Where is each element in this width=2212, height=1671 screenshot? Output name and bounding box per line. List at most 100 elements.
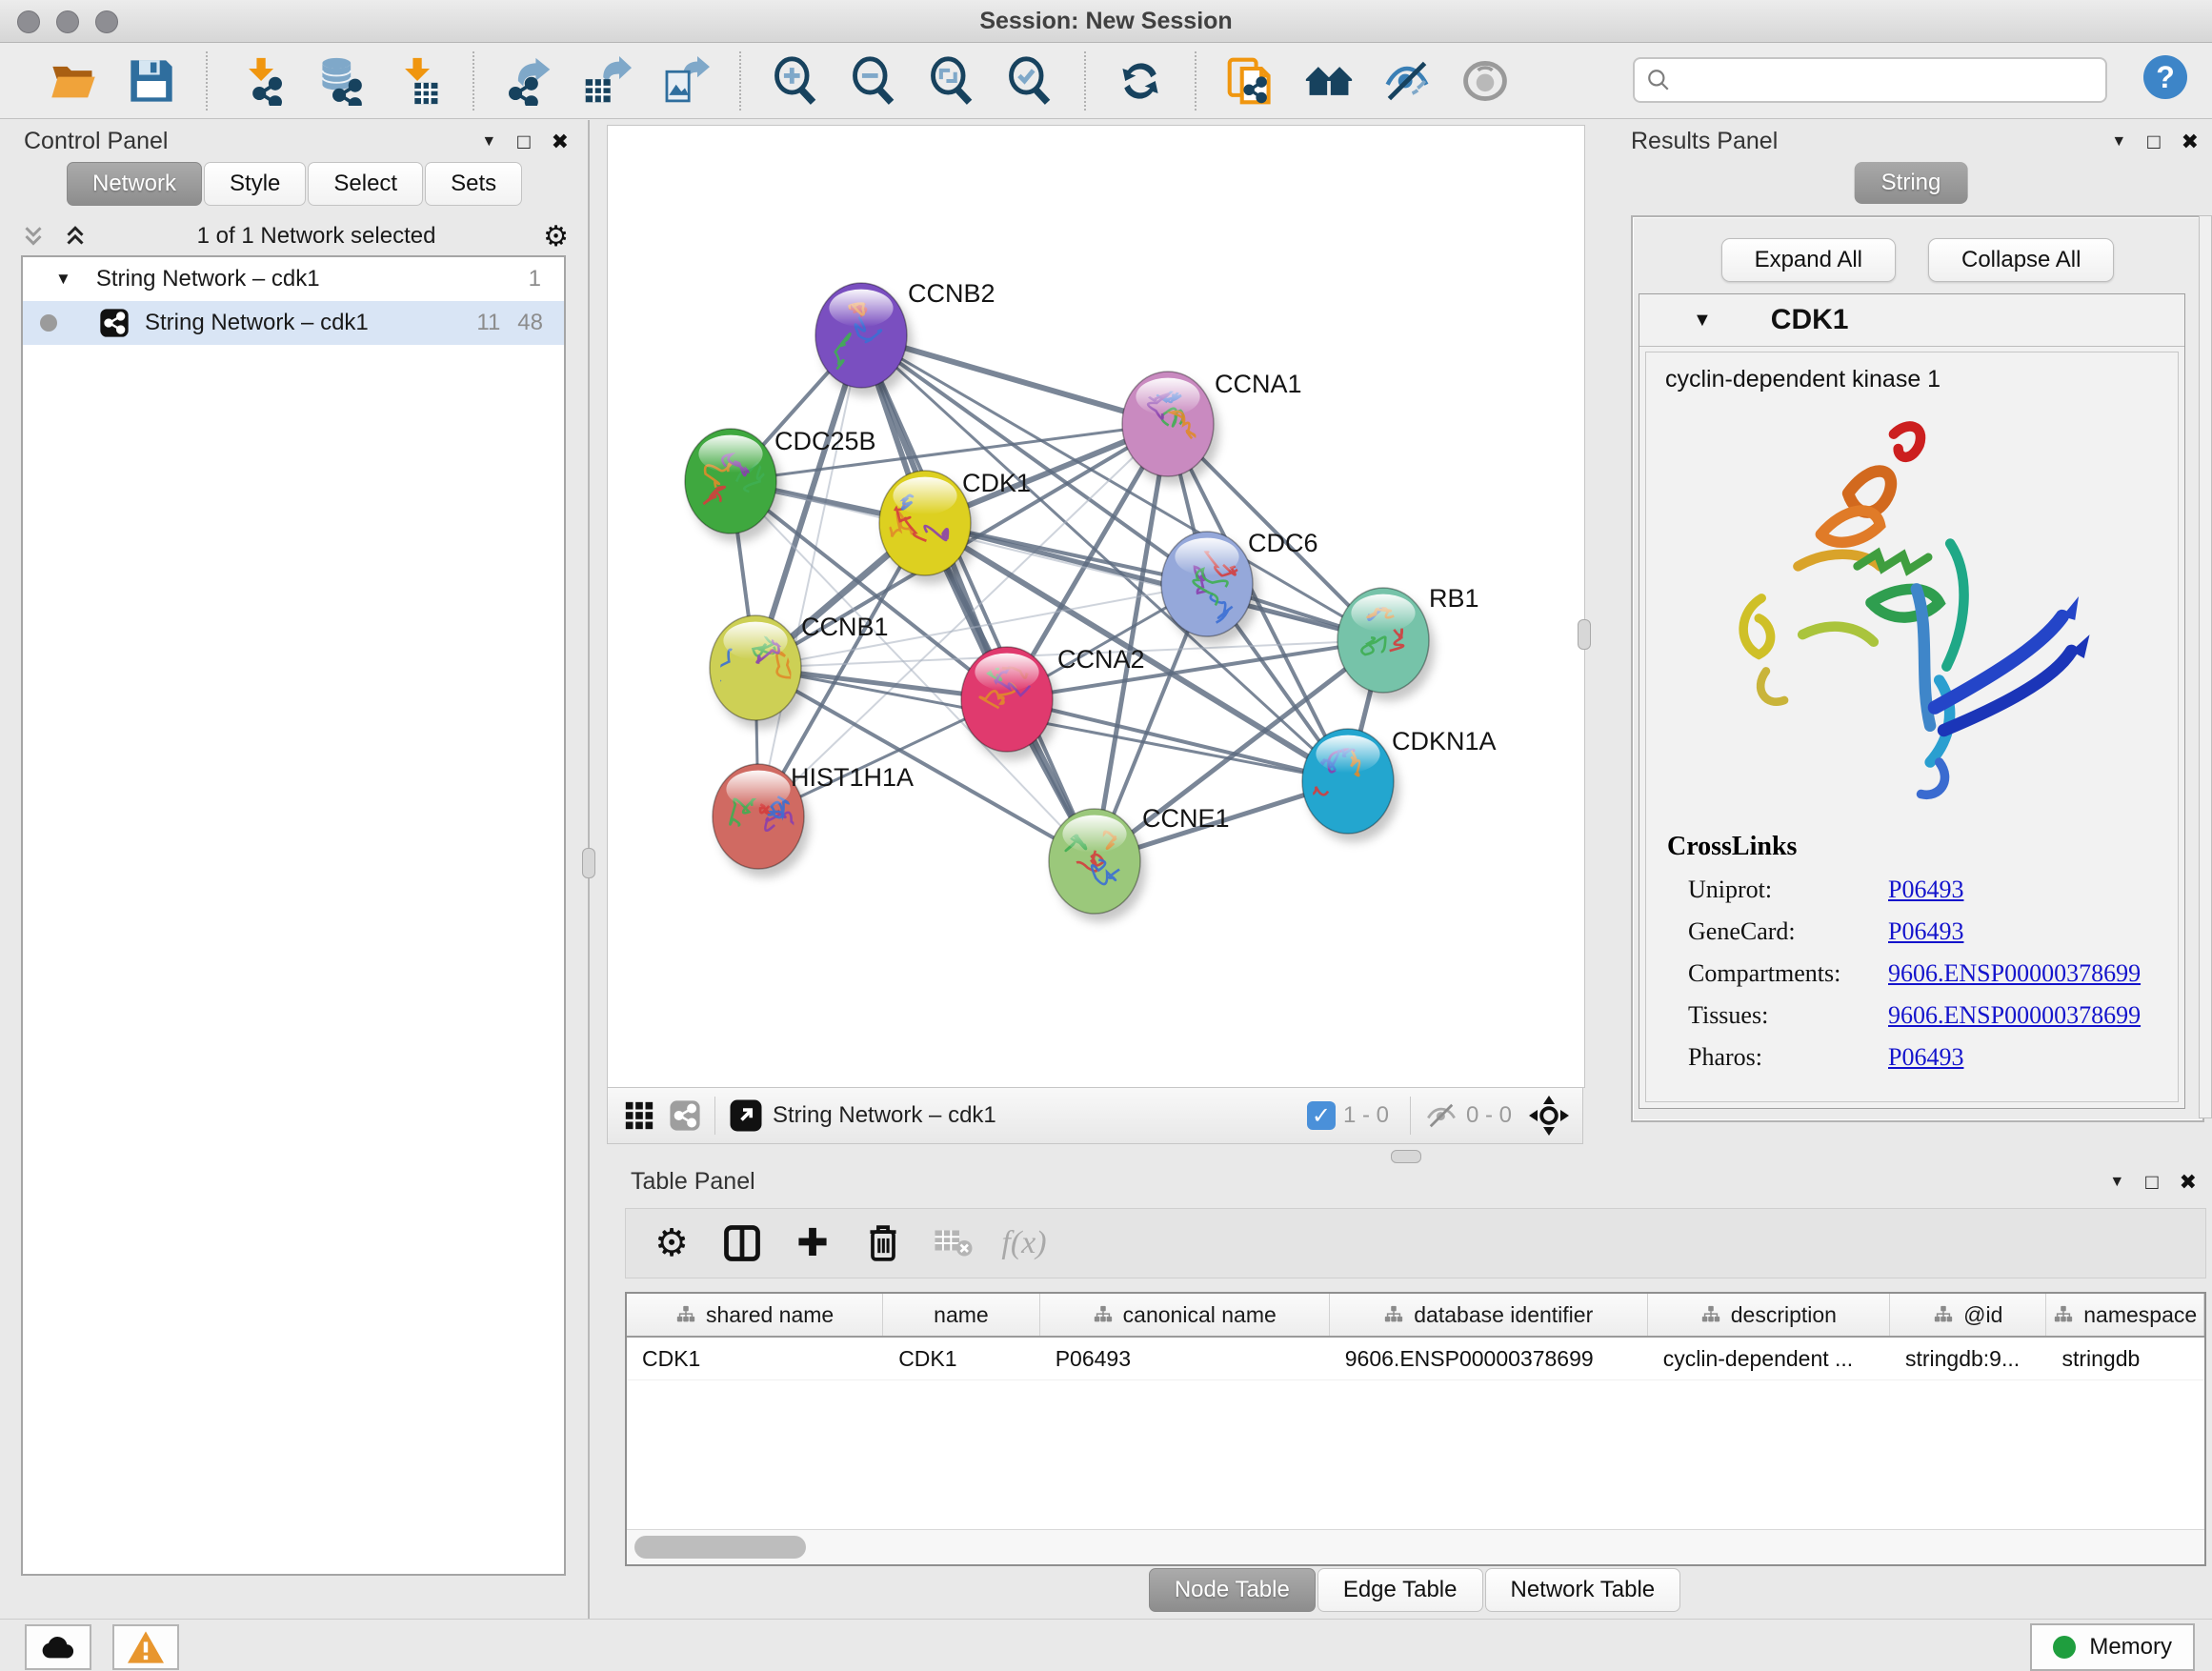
tab-string[interactable]: String (1855, 162, 1968, 204)
network-collection-row[interactable]: ▼ String Network – cdk1 1 (23, 257, 564, 301)
panel-close-icon[interactable]: ✖ (2182, 131, 2199, 152)
table-settings-gear-icon[interactable]: ⚙ (645, 1217, 698, 1270)
table-cell[interactable]: cyclin-dependent ... (1648, 1338, 1890, 1379)
export-network-icon[interactable] (501, 53, 556, 109)
import-network-database-icon[interactable] (312, 53, 368, 109)
selected-nodes-checkbox[interactable]: ✓ (1307, 1101, 1336, 1130)
grid-view-icon[interactable] (623, 1099, 655, 1132)
tab-sets[interactable]: Sets (425, 162, 522, 206)
tab-edge-table[interactable]: Edge Table (1317, 1568, 1483, 1612)
traffic-lights[interactable] (17, 10, 118, 33)
node-CCNB2[interactable] (815, 283, 913, 396)
help-button[interactable]: ? (2143, 55, 2187, 99)
results-scrollbar[interactable] (2199, 215, 2212, 1118)
zoom-in-icon[interactable] (768, 53, 823, 109)
node-RB1[interactable] (1337, 583, 1435, 701)
network-canvas[interactable]: CCNB2CCNA1CDC25BCDK1CDC6RB1CCNB1CCNA2CDK… (607, 125, 1585, 1088)
expand-all-button[interactable]: Expand All (1721, 238, 1896, 282)
crosslink-link[interactable]: P06493 (1888, 917, 1963, 946)
node-CDC6[interactable] (1161, 532, 1258, 645)
clone-network-icon[interactable] (1223, 53, 1278, 109)
column-header-namespace[interactable]: namespace (2046, 1294, 2204, 1336)
column-header-database-identifier[interactable]: database identifier (1330, 1294, 1648, 1336)
memory-button[interactable]: Memory (2030, 1623, 2195, 1671)
scrollbar-thumb[interactable] (634, 1536, 806, 1559)
warnings-button[interactable] (112, 1624, 179, 1670)
automation-cloud-button[interactable] (25, 1624, 91, 1670)
panel-close-icon[interactable]: ✖ (552, 131, 569, 152)
panel-close-icon[interactable]: ✖ (2180, 1172, 2197, 1193)
panel-collapse-icon[interactable]: ▼ (481, 134, 496, 150)
panel-float-icon[interactable]: □ (2147, 131, 2160, 152)
tab-node-table[interactable]: Node Table (1149, 1568, 1316, 1612)
tab-style[interactable]: Style (204, 162, 306, 206)
table-row[interactable]: CDK1CDK1P064939606.ENSP00000378699cyclin… (627, 1338, 2204, 1380)
column-header-name[interactable]: name (883, 1294, 1040, 1336)
table-cell[interactable]: stringdb:9... (1890, 1338, 2047, 1379)
right-splitter-handle[interactable] (1578, 619, 1591, 650)
crosslink-link[interactable]: P06493 (1888, 876, 1963, 904)
column-header-canonical-name[interactable]: canonical name (1040, 1294, 1330, 1336)
node-CDC25B[interactable] (685, 429, 782, 542)
zoom-window-button[interactable] (95, 10, 118, 33)
panel-float-icon[interactable]: □ (2145, 1172, 2158, 1193)
hide-glyphs-icon[interactable] (1379, 53, 1435, 109)
minimize-window-button[interactable] (56, 10, 79, 33)
save-session-icon[interactable] (124, 53, 179, 109)
tree-expand-icon[interactable]: ▼ (55, 270, 71, 289)
table-cell[interactable]: stringdb (2046, 1338, 2204, 1379)
panel-collapse-icon[interactable]: ▼ (2109, 1175, 2124, 1190)
column-header--id[interactable]: @id (1890, 1294, 2047, 1336)
node-table: shared namenamecanonical namedatabase id… (625, 1292, 2206, 1566)
close-window-button[interactable] (17, 10, 40, 33)
gene-header[interactable]: ▼ CDK1 (1639, 294, 2184, 347)
show-columns-icon[interactable] (715, 1217, 769, 1270)
string-home-icon[interactable] (1301, 53, 1357, 109)
left-splitter-handle[interactable] (582, 848, 595, 878)
tab-network-table[interactable]: Network Table (1485, 1568, 1681, 1612)
search-input[interactable] (1671, 67, 2105, 94)
table-horizontal-scrollbar[interactable] (627, 1529, 2204, 1564)
gear-icon[interactable]: ⚙ (543, 220, 569, 253)
export-table-icon[interactable] (579, 53, 634, 109)
apply-layout-icon[interactable] (1113, 53, 1168, 109)
column-header-shared-name[interactable]: shared name (627, 1294, 883, 1336)
node-CCNE1[interactable] (1049, 809, 1146, 922)
zoom-out-icon[interactable] (846, 53, 901, 109)
collapse-all-button[interactable]: Collapse All (1928, 238, 2114, 282)
expand-all-icon[interactable] (61, 222, 90, 251)
create-column-plus-icon[interactable]: ✚ (786, 1217, 839, 1270)
show-graphics-icon[interactable] (1458, 53, 1513, 109)
crosslink-link[interactable]: 9606.ENSP00000378699 (1888, 959, 2141, 988)
open-session-icon[interactable] (46, 53, 101, 109)
table-cell[interactable]: CDK1 (627, 1338, 883, 1379)
birds-eye-share-icon[interactable] (669, 1099, 701, 1132)
zoom-fit-icon[interactable] (924, 53, 979, 109)
table-cell[interactable]: P06493 (1040, 1338, 1330, 1379)
node-CCNA2[interactable] (961, 647, 1058, 760)
search-box[interactable] (1633, 57, 2107, 103)
panel-float-icon[interactable]: □ (517, 131, 530, 152)
gene-collapse-icon[interactable]: ▼ (1693, 310, 1712, 332)
tab-network[interactable]: Network (67, 162, 202, 206)
table-cell[interactable]: CDK1 (883, 1338, 1040, 1379)
zoom-selected-icon[interactable] (1002, 53, 1057, 109)
delete-column-trash-icon[interactable] (856, 1217, 910, 1270)
open-in-new-icon[interactable] (729, 1098, 763, 1133)
node-CCNA1[interactable] (1122, 372, 1219, 485)
hidden-eye-icon[interactable] (1424, 1101, 1458, 1130)
tab-select[interactable]: Select (308, 162, 423, 206)
center-view-icon[interactable] (1529, 1096, 1569, 1136)
crosslink-link[interactable]: 9606.ENSP00000378699 (1888, 1001, 2141, 1030)
table-cell[interactable]: 9606.ENSP00000378699 (1330, 1338, 1648, 1379)
export-image-icon[interactable] (657, 53, 713, 109)
import-network-file-icon[interactable] (234, 53, 290, 109)
bottom-splitter-handle[interactable] (1391, 1150, 1421, 1163)
collapse-all-icon[interactable] (19, 222, 48, 251)
import-table-icon[interactable] (391, 53, 446, 109)
crosslink-link[interactable]: P06493 (1888, 1043, 1963, 1072)
network-row[interactable]: String Network – cdk1 11 48 (23, 301, 564, 345)
panel-collapse-icon[interactable]: ▼ (2111, 134, 2126, 150)
edge-CCNB2-HIST1H1A[interactable] (758, 335, 861, 816)
column-header-description[interactable]: description (1648, 1294, 1890, 1336)
